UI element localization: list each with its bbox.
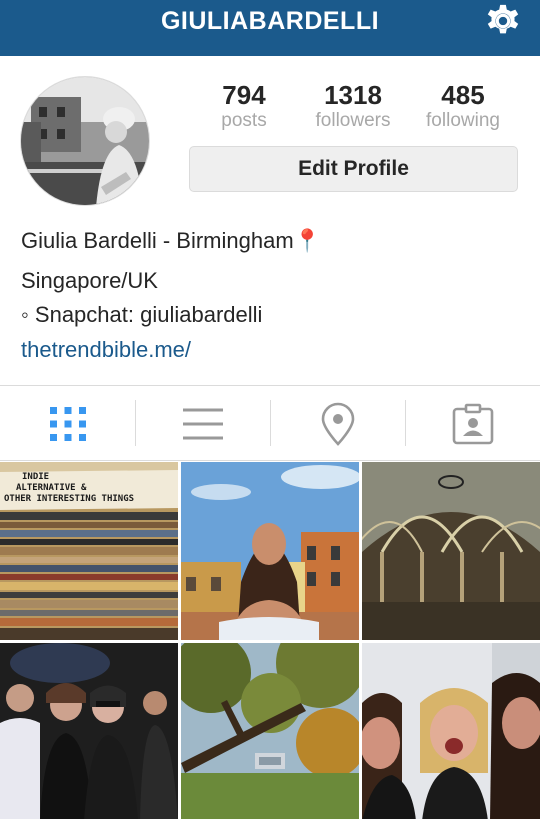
stat-followers[interactable]: 1318 followers	[298, 80, 408, 132]
bio-snapchat: ◦ Snapchat: giuliabardelli	[21, 302, 263, 327]
tagged-person-icon	[452, 403, 493, 444]
tabs-divider-bottom	[0, 460, 540, 461]
profile-full-name: Giulia Bardelli - Birmingham📍	[21, 228, 322, 253]
bio-website-link[interactable]: thetrendbible.me/	[21, 337, 191, 363]
tab-grid-view[interactable]	[0, 386, 135, 461]
top-bar: GIULIABARDELLI	[0, 0, 540, 56]
post-thumbnail[interactable]	[181, 643, 359, 819]
profile-view-tabs	[0, 386, 540, 461]
profile-username: GIULIABARDELLI	[160, 7, 380, 35]
bio-location: Singapore/UK	[21, 268, 158, 293]
edit-profile-button[interactable]: Edit Profile	[189, 146, 518, 192]
list-icon	[182, 408, 223, 439]
stat-posts: 794 posts	[189, 80, 299, 132]
following-label[interactable]: following	[408, 110, 518, 132]
following-count[interactable]: 485	[408, 80, 518, 110]
post-thumbnail[interactable]: INDIE ALTERNATIVE & OTHER INTERESTING TH…	[0, 462, 178, 640]
posts-grid: INDIE ALTERNATIVE & OTHER INTERESTING TH…	[0, 462, 540, 819]
post-thumbnail[interactable]	[362, 462, 540, 640]
gear-icon[interactable]	[484, 2, 522, 40]
tab-tagged[interactable]	[405, 386, 540, 461]
profile-avatar[interactable]	[20, 76, 150, 206]
grid-icon	[49, 406, 86, 441]
post-label-text: INDIE ALTERNATIVE & OTHER INTERESTING TH…	[4, 472, 135, 504]
followers-label[interactable]: followers	[298, 110, 408, 132]
location-pin-icon	[321, 402, 354, 446]
stat-following[interactable]: 485 following	[408, 80, 518, 132]
tab-list-view[interactable]	[135, 386, 270, 461]
followers-count[interactable]: 1318	[298, 80, 408, 110]
post-thumbnail[interactable]	[0, 643, 178, 819]
post-thumbnail[interactable]	[181, 462, 359, 640]
tab-places[interactable]	[270, 386, 405, 461]
posts-label: posts	[221, 110, 267, 131]
post-thumbnail[interactable]	[362, 643, 540, 819]
posts-count: 794	[222, 80, 266, 110]
